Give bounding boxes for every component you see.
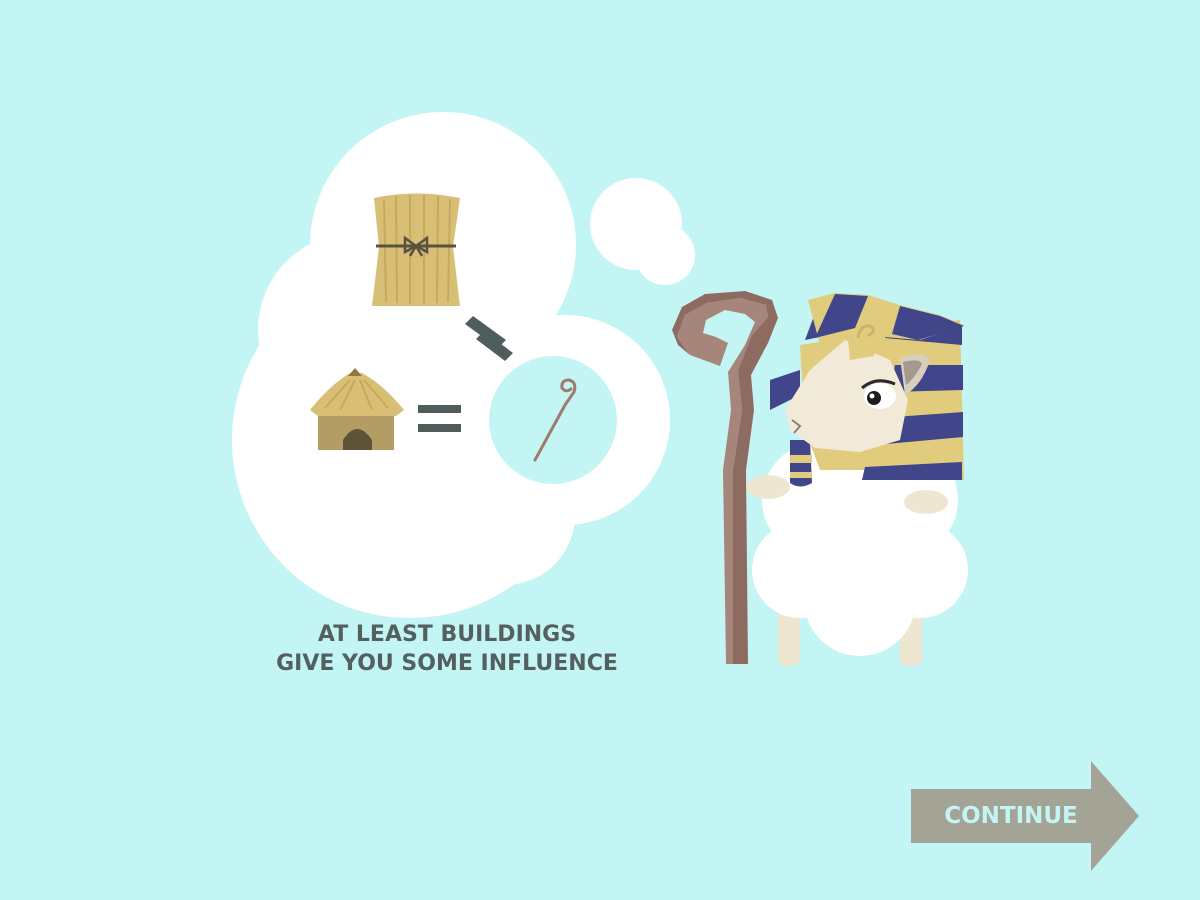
influence-slot	[489, 356, 617, 484]
thought-bubble	[232, 112, 695, 618]
tutorial-message: AT LEAST BUILDINGS GIVE YOU SOME INFLUEN…	[247, 620, 647, 678]
wheat-bundle-icon	[372, 193, 460, 306]
tutorial-message-line-1: AT LEAST BUILDINGS	[317, 622, 577, 647]
continue-button[interactable]: CONTINUE	[911, 761, 1141, 871]
continue-button-label: CONTINUE	[944, 803, 1078, 829]
pharaoh-sheep	[746, 293, 968, 666]
thought-bubble-tiny	[635, 225, 695, 285]
tutorial-message-line-2: GIVE YOU SOME INFLUENCE	[276, 651, 618, 676]
